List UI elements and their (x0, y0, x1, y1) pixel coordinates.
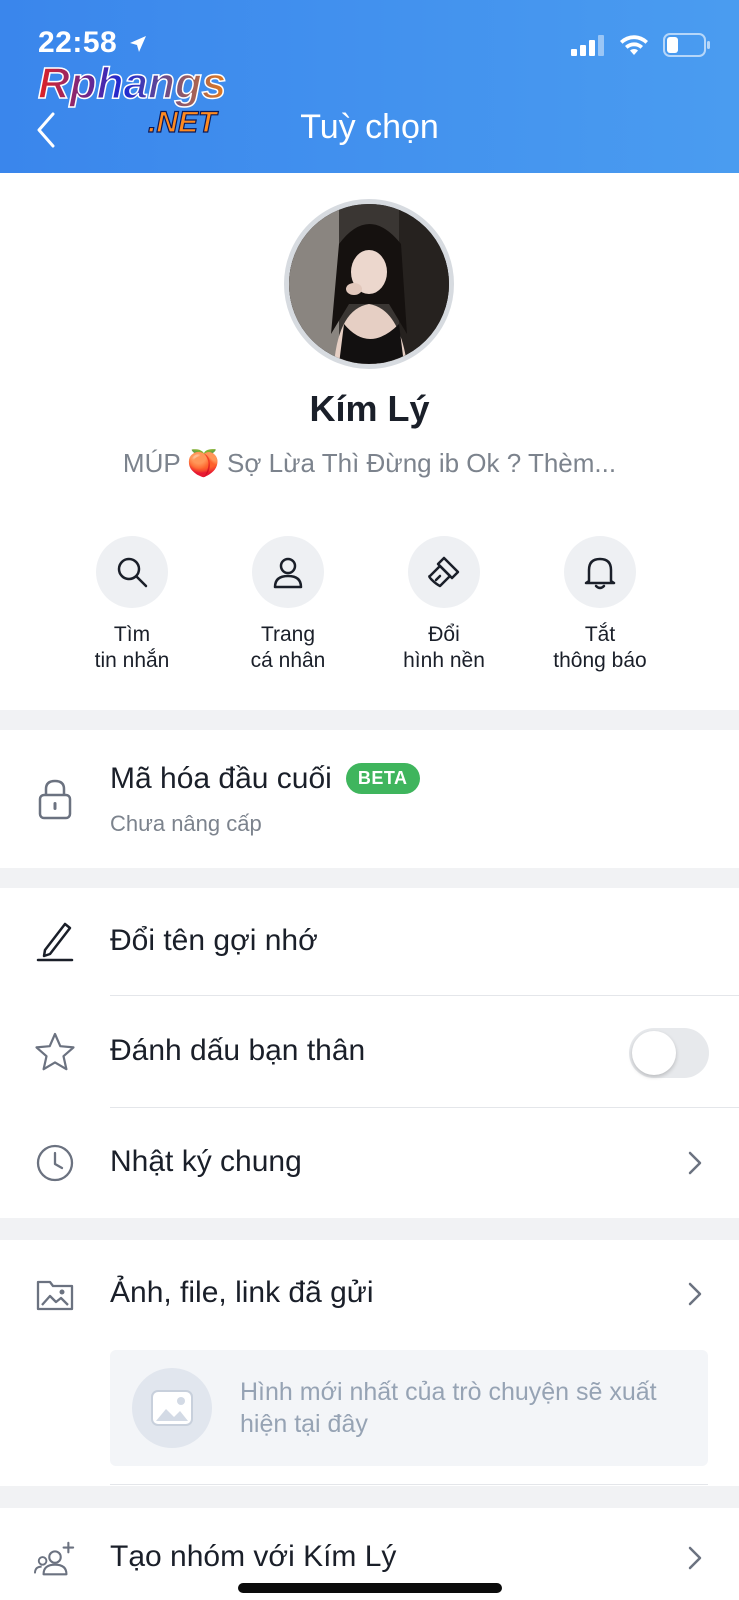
profile-status: MÚP 🍑 Sợ Lừa Thì Đừng ib Ok ? Thèm... (122, 448, 617, 478)
bell-icon (584, 557, 616, 590)
close-friend-row: Đánh dấu bạn thân (0, 996, 739, 1108)
media-preview-box[interactable]: Hình mới nhất của trò chuyện sẽ xuất hiệ… (110, 1350, 708, 1466)
beta-badge: BETA (345, 763, 420, 794)
action-label: Tắt thông báo (553, 623, 647, 672)
action-search-messages[interactable]: Tìm tin nhắn (57, 536, 207, 674)
battery-icon (663, 33, 710, 57)
profile-name: Kím Lý (309, 388, 430, 429)
page-title: Tuỳ chọn (300, 108, 439, 146)
row-divider (110, 1484, 708, 1485)
action-mute-notifications[interactable]: Tắt thông báo (525, 536, 675, 674)
toggle-knob (632, 1031, 676, 1075)
close-friend-toggle[interactable] (629, 1028, 709, 1078)
clock-icon (34, 1142, 76, 1184)
action-circle (564, 536, 636, 608)
encryption-title: Mã hóa đầu cuối BETA (110, 762, 420, 796)
encryption-subtitle: Chưa nâng cấp (110, 811, 262, 836)
chevron-right-icon (688, 1151, 702, 1175)
pencil-icon (34, 920, 76, 962)
status-time: 22:58 (38, 26, 118, 59)
search-icon (117, 557, 148, 588)
encryption-row[interactable]: Mã hóa đầu cuối BETA Chưa nâng cấp (0, 730, 739, 868)
action-label: Trang cá nhân (250, 623, 326, 672)
action-circle (408, 536, 480, 608)
wifi-icon (620, 35, 648, 55)
location-arrow-icon (130, 36, 146, 52)
action-label: Tìm tin nhắn (94, 623, 170, 672)
person-icon (273, 557, 303, 589)
media-row[interactable]: Ảnh, file, link đã gửi (0, 1240, 739, 1334)
section-separator (0, 710, 739, 730)
close-friend-label: Đánh dấu bạn thân (110, 1034, 366, 1067)
home-indicator[interactable] (238, 1583, 502, 1593)
image-placeholder-icon (132, 1368, 212, 1448)
lock-icon (34, 778, 76, 820)
media-label: Ảnh, file, link đã gửi (110, 1276, 374, 1309)
action-circle (96, 536, 168, 608)
group-add-icon (34, 1538, 76, 1580)
action-profile[interactable]: Trang cá nhân (213, 536, 363, 674)
rename-row[interactable]: Đổi tên gợi nhớ (0, 888, 739, 996)
section-separator (0, 868, 739, 888)
chevron-right-icon (688, 1282, 702, 1306)
encryption-label: Mã hóa đầu cuối (110, 762, 332, 795)
avatar-photo (289, 204, 449, 364)
star-icon (34, 1031, 76, 1073)
chevron-right-icon (688, 1546, 702, 1570)
shared-journal-label: Nhật ký chung (110, 1145, 302, 1178)
action-change-wallpaper[interactable]: Đổi hình nền (369, 536, 519, 674)
section-separator (0, 1486, 739, 1508)
image-folder-icon (34, 1274, 76, 1316)
quick-actions: Tìm tin nhắn Trang cá nhân Đổi hình nền (0, 536, 739, 686)
paintbrush-icon (428, 556, 460, 588)
media-placeholder-text: Hình mới nhất của trò chuyện sẽ xuất hiệ… (240, 1378, 657, 1438)
create-group-label: Tạo nhóm với Kím Lý (110, 1540, 397, 1573)
status-indicators (571, 33, 711, 57)
avatar[interactable] (284, 199, 454, 369)
section-separator (0, 1218, 739, 1240)
shared-journal-row[interactable]: Nhật ký chung (0, 1108, 739, 1218)
watermark-line1: Rphangs (38, 59, 226, 108)
action-label: Đổi hình nền (403, 623, 485, 672)
rename-label: Đổi tên gợi nhớ (110, 924, 318, 957)
header-bar: 22:58 Rphangs .NET Tuỳ chọn (0, 0, 739, 173)
signal-icon (571, 35, 604, 56)
action-circle (252, 536, 324, 608)
